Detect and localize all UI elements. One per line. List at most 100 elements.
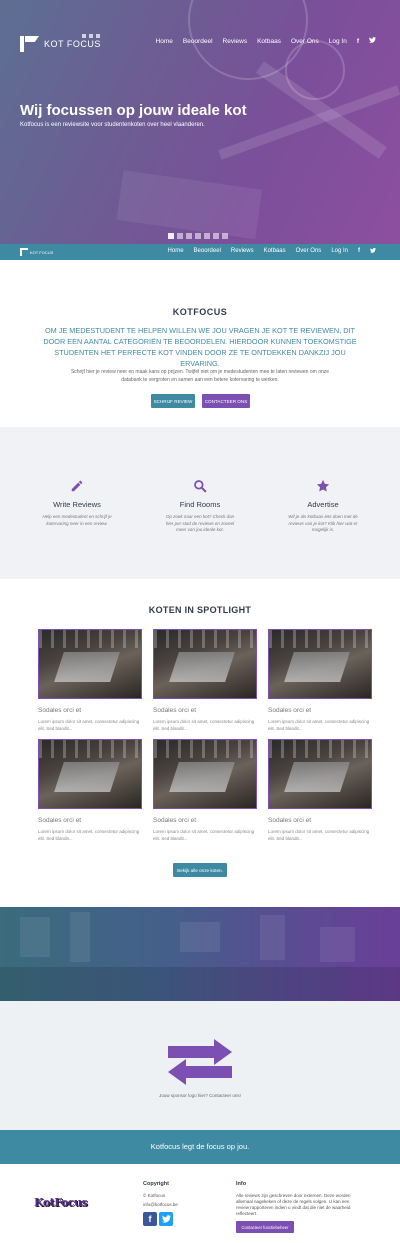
logo-mark-icon bbox=[20, 36, 40, 52]
contact-admin-button[interactable]: Contacteer functiebeheer bbox=[236, 1221, 294, 1233]
spotlight-title: KOTEN IN SPOTLIGHT bbox=[148, 605, 252, 615]
nav-over-ons[interactable]: Over Ons bbox=[291, 38, 319, 45]
footer-owner: © Kotfocus bbox=[143, 1193, 166, 1198]
facebook-icon[interactable]: f bbox=[358, 248, 360, 255]
nav-home[interactable]: Home bbox=[156, 38, 173, 45]
card-image[interactable] bbox=[153, 739, 257, 809]
intro-text: Schrijf hier je review neer en maak kans… bbox=[70, 369, 330, 383]
feature-advertise: Advertise Wil je als kotbaas iets doen m… bbox=[273, 479, 373, 534]
sticky-nav-bar: KOT FOCUS Home Beoordeel Reviews Kotbaas… bbox=[0, 244, 400, 260]
slider-dot[interactable] bbox=[195, 233, 201, 239]
nav-login[interactable]: Log In bbox=[329, 38, 347, 45]
sponsor-text[interactable]: Jouw sponsor logo hier? Contacteer ons! bbox=[0, 1093, 400, 1098]
slider-dot[interactable] bbox=[204, 233, 210, 239]
slider-dot[interactable] bbox=[186, 233, 192, 239]
spotlight-card[interactable]: Sodales orci et Lorem ipsum dolor sit am… bbox=[153, 739, 257, 842]
card-image[interactable] bbox=[268, 629, 372, 699]
band-decor bbox=[70, 912, 90, 962]
hero-banner: KOT FOCUS Home Beoordeel Reviews Kotbaas… bbox=[0, 0, 400, 244]
card-image[interactable] bbox=[153, 629, 257, 699]
card-text: Lorem ipsum dolor sit amet, consectetur … bbox=[38, 719, 140, 731]
view-all-button[interactable]: Bekijk alle onze koten. bbox=[173, 863, 227, 877]
main-nav: Home Beoordeel Reviews Kotbaas Over Ons … bbox=[156, 37, 376, 45]
facebook-icon[interactable]: f bbox=[143, 1212, 157, 1226]
footer-heading: Copyright bbox=[143, 1181, 169, 1187]
footer-info-text: Alle reviews zijn geschreven door extern… bbox=[236, 1193, 351, 1216]
footer-heading: Info bbox=[236, 1181, 247, 1187]
pencil-icon bbox=[70, 479, 84, 493]
band-decor bbox=[0, 967, 400, 1001]
spotlight-card[interactable]: Sodales orci et Lorem ipsum dolor sit am… bbox=[268, 629, 372, 732]
band-decor bbox=[180, 922, 220, 952]
card-title[interactable]: Sodales orci et bbox=[268, 817, 372, 824]
card-text: Lorem ipsum dolor sit amet, consectetur … bbox=[153, 829, 255, 841]
band-decor bbox=[320, 927, 355, 962]
nav-home[interactable]: Home bbox=[168, 248, 184, 255]
feature-text: Help een medestudent en schrijf je koter… bbox=[42, 514, 112, 526]
contact-button[interactable]: Contacteer ons bbox=[202, 394, 250, 408]
slider-dot[interactable] bbox=[177, 233, 183, 239]
card-image[interactable] bbox=[38, 629, 142, 699]
star-icon bbox=[316, 479, 330, 493]
facebook-icon[interactable]: f bbox=[357, 38, 359, 45]
sponsor-section: Jouw sponsor logo hier? Contacteer ons! bbox=[0, 1001, 400, 1130]
feature-text: Op zoek naar een kot? Check dan hier per… bbox=[165, 514, 235, 532]
card-text: Lorem ipsum dolor sit amet, consectetur … bbox=[268, 829, 370, 841]
spotlight-card[interactable]: Sodales orci et Lorem ipsum dolor sit am… bbox=[38, 739, 142, 842]
card-title[interactable]: Sodales orci et bbox=[153, 707, 257, 714]
footer-email-link[interactable]: info@kotfocus.be bbox=[143, 1202, 178, 1208]
site-logo[interactable]: KOT FOCUS bbox=[20, 34, 101, 52]
city-photo-band bbox=[0, 907, 400, 1001]
card-title[interactable]: Sodales orci et bbox=[153, 817, 257, 824]
feature-title: Write Reviews bbox=[53, 500, 101, 509]
feature-write-reviews: Write Reviews Help een medestudent en sc… bbox=[27, 479, 127, 527]
twitter-icon[interactable] bbox=[159, 1212, 173, 1226]
twitter-icon[interactable] bbox=[370, 248, 376, 255]
hero-subtitle: Kotfocus is een reviewsite voor studente… bbox=[20, 122, 205, 128]
nav-kotbaas[interactable]: Kotbaas bbox=[264, 248, 286, 255]
card-text: Lorem ipsum dolor sit amet, consectetur … bbox=[153, 719, 255, 731]
spotlight-card[interactable]: Sodales orci et Lorem ipsum dolor sit am… bbox=[268, 739, 372, 842]
nav-beoordeel[interactable]: Beoordeel bbox=[183, 38, 213, 45]
features-section: Write Reviews Help een medestudent en sc… bbox=[0, 427, 400, 579]
card-text: Lorem ipsum dolor sit amet, consectetur … bbox=[268, 719, 370, 731]
twitter-icon[interactable] bbox=[369, 37, 376, 45]
nav-kotbaas[interactable]: Kotbaas bbox=[257, 38, 281, 45]
social-links: f bbox=[143, 1212, 178, 1226]
nav-reviews[interactable]: Reviews bbox=[223, 38, 248, 45]
sticky-nav: Home Beoordeel Reviews Kotbaas Over Ons … bbox=[168, 248, 376, 255]
feature-find-rooms: Find Rooms Op zoek naar een kot? Check d… bbox=[150, 479, 250, 534]
card-image[interactable] bbox=[268, 739, 372, 809]
logo-dots-icon bbox=[82, 34, 100, 38]
spotlight-card[interactable]: Sodales orci et Lorem ipsum dolor sit am… bbox=[38, 629, 142, 732]
nav-over-ons[interactable]: Over Ons bbox=[296, 248, 322, 255]
slider-dot[interactable] bbox=[168, 233, 174, 239]
feature-title: Advertise bbox=[307, 500, 339, 509]
logo-text: KOT FOCUS bbox=[44, 39, 101, 49]
slider-dot[interactable] bbox=[222, 233, 228, 239]
intro-lead: Om je medestudent te helpen willen we jo… bbox=[43, 326, 357, 368]
nav-beoordeel[interactable]: Beoordeel bbox=[194, 248, 221, 255]
card-image[interactable] bbox=[38, 739, 142, 809]
search-icon bbox=[193, 479, 207, 493]
card-title[interactable]: Sodales orci et bbox=[38, 707, 142, 714]
feature-title: Find Rooms bbox=[179, 500, 221, 509]
tagline-text: Kotfocus legt de focus op jou. bbox=[150, 1142, 250, 1151]
nav-reviews[interactable]: Reviews bbox=[231, 248, 254, 255]
footer-logo[interactable]: KotFocus bbox=[34, 1196, 88, 1209]
hero-decor bbox=[116, 170, 263, 240]
spotlight-card[interactable]: Sodales orci et Lorem ipsum dolor sit am… bbox=[153, 629, 257, 732]
exchange-arrows-icon bbox=[164, 1036, 236, 1086]
slider-dot[interactable] bbox=[213, 233, 219, 239]
intro-title: KOTFOCUS bbox=[172, 307, 228, 317]
nav-login[interactable]: Log In bbox=[331, 248, 348, 255]
card-text: Lorem ipsum dolor sit amet, consectetur … bbox=[38, 829, 140, 841]
write-review-button[interactable]: Schrijf review bbox=[151, 394, 195, 408]
sticky-logo[interactable]: KOT FOCUS bbox=[20, 248, 53, 256]
band-decor bbox=[260, 915, 285, 960]
slider-pagination bbox=[168, 233, 228, 239]
card-title[interactable]: Sodales orci et bbox=[38, 817, 142, 824]
sticky-logo-text: KOT FOCUS bbox=[30, 249, 54, 255]
card-title[interactable]: Sodales orci et bbox=[268, 707, 372, 714]
footer-info-column: Info Alle reviews zijn geschreven door e… bbox=[236, 1181, 356, 1233]
